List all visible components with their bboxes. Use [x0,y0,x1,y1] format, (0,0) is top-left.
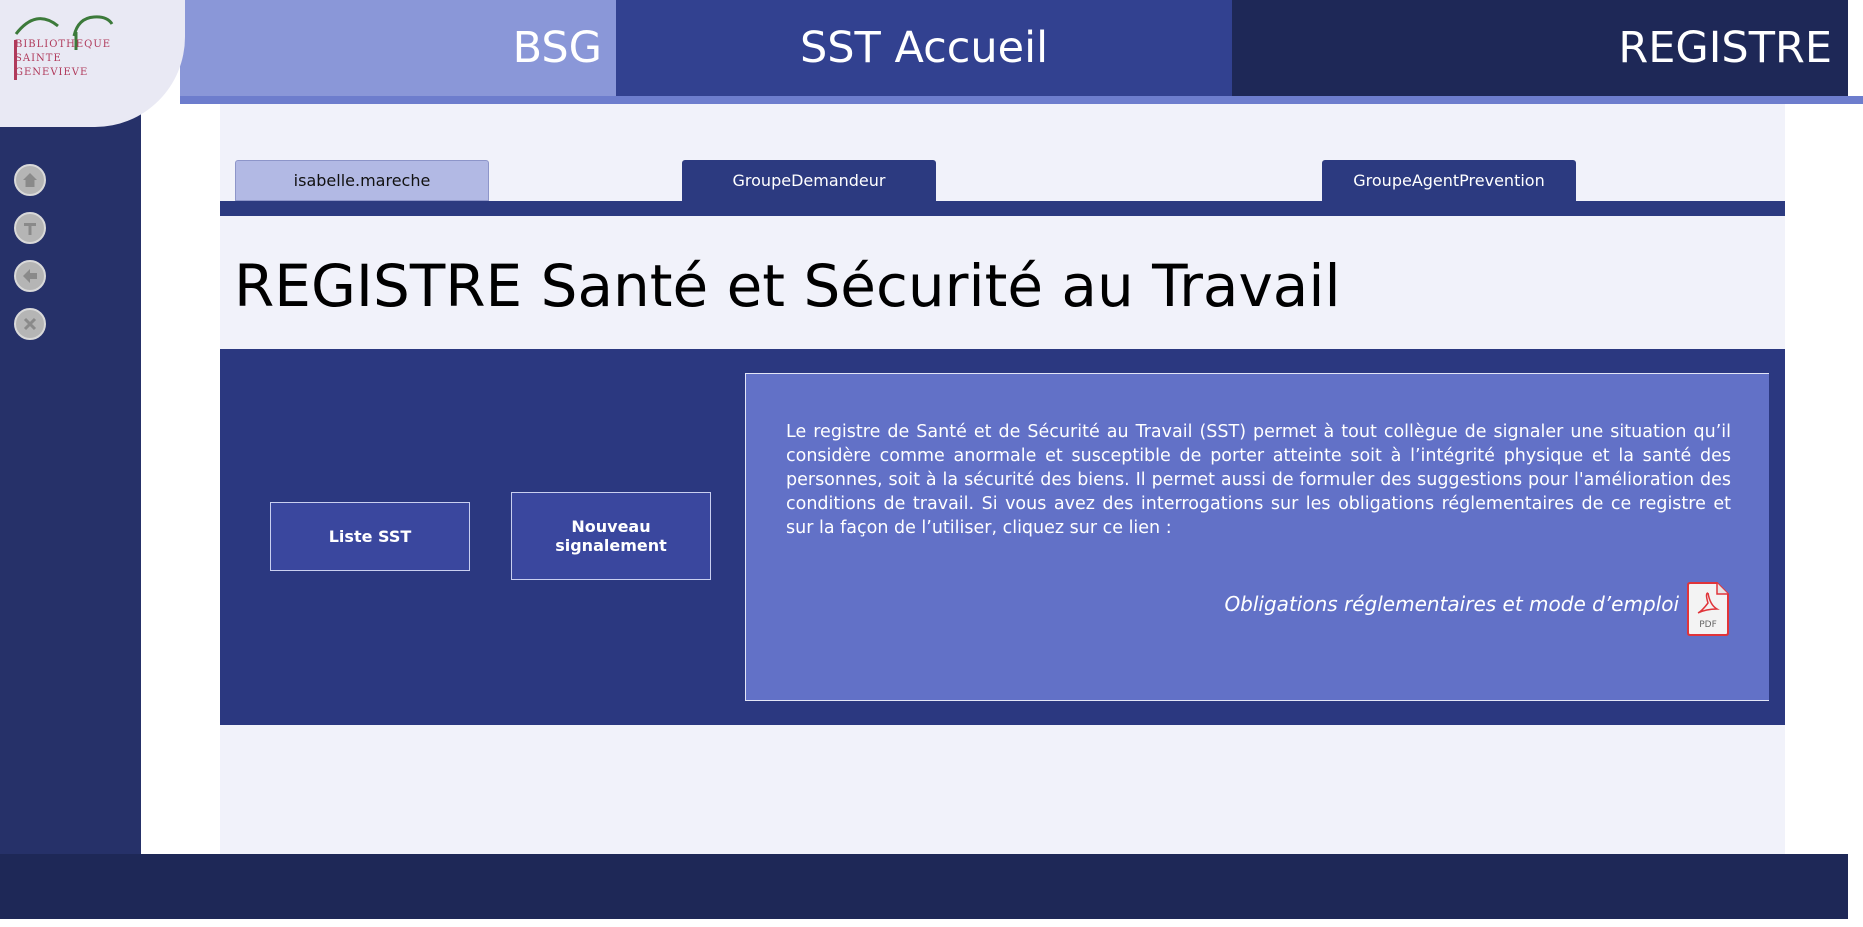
info-description: Le registre de Santé et de Sécurité au T… [786,422,1731,538]
registre-panel: Liste SST Nouveau signalement Le registr… [220,349,1785,725]
page-title: REGISTRE Santé et Sécurité au Travail [234,252,1341,320]
logo-line-1: BIBLIOTHEQUE [15,39,112,50]
close-icon [23,317,37,331]
logo-text: BIBLIOTHEQUE SAINTE GENEVIEVE [15,38,111,80]
groupe-demandeur-tab[interactable]: GroupeDemandeur [682,160,936,201]
nouveau-label-line2: signalement [555,536,667,555]
nouveau-label-line1: Nouveau [571,517,651,536]
liste-sst-button[interactable]: Liste SST [270,502,470,571]
up-arrow-icon [24,223,36,235]
tabs-underline-bar [220,201,1785,216]
logo-line-3: GENEVIEVE [15,67,89,78]
footer-bar [0,854,1848,919]
user-name-tab[interactable]: isabelle.mareche [235,160,489,201]
header-sst-home-link[interactable]: SST Accueil [616,0,1232,96]
header-bsg-link[interactable]: BSG [180,0,616,96]
library-logo[interactable]: BIBLIOTHEQUE SAINTE GENEVIEVE [0,0,185,127]
nouveau-signalement-label: Nouveau signalement [555,517,667,555]
logo-line-2: SAINTE [15,53,62,64]
up-button[interactable] [14,212,46,244]
pdf-label: PDF [1699,620,1717,630]
nouveau-signalement-button[interactable]: Nouveau signalement [511,492,711,580]
obligations-link[interactable]: Obligations réglementaires et mode d’emp… [1224,592,1679,616]
home-icon [23,173,37,187]
header-strip [180,96,1863,104]
liste-sst-label: Liste SST [328,527,412,546]
info-box: Le registre de Santé et de Sécurité au T… [745,373,1769,701]
groupe-agent-prevention-tab[interactable]: GroupeAgentPrevention [1322,160,1576,201]
home-button[interactable] [14,164,46,196]
back-arrow-icon [23,269,37,283]
left-nav-rail [0,104,141,854]
main-content: isabelle.mareche GroupeDemandeur GroupeA… [220,104,1785,854]
close-button[interactable] [14,308,46,340]
header-registre-title: REGISTRE [1232,0,1848,96]
pdf-icon[interactable]: PDF [1686,581,1731,637]
back-button[interactable] [14,260,46,292]
